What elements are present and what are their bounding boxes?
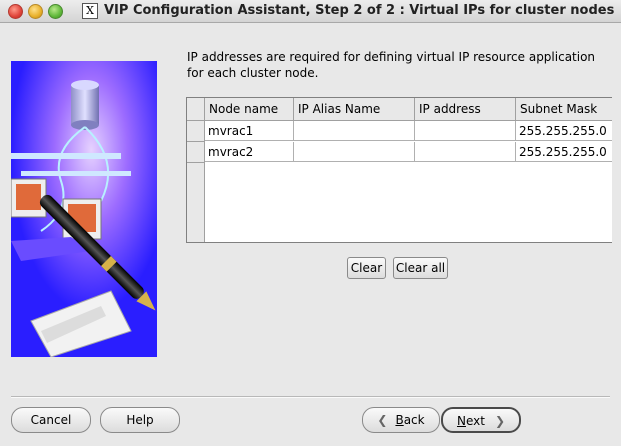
chevron-right-icon: ❯ bbox=[494, 414, 506, 428]
intro-text: IP addresses are required for defining v… bbox=[187, 50, 596, 80]
row-header-gutter bbox=[187, 163, 205, 242]
close-window-button[interactable] bbox=[8, 4, 23, 19]
back-button[interactable]: ❮ Back bbox=[362, 407, 440, 433]
wizard-illustration bbox=[11, 61, 157, 357]
cell-node-name[interactable]: mvrac1 bbox=[205, 121, 294, 141]
title-bar: X VIP Configuration Assistant, Step 2 of… bbox=[0, 0, 621, 23]
column-header-subnet-mask[interactable]: Subnet Mask bbox=[516, 98, 612, 120]
cell-ip-alias-name[interactable] bbox=[294, 142, 415, 162]
minimize-window-button[interactable] bbox=[28, 4, 43, 19]
chevron-left-icon: ❮ bbox=[377, 413, 388, 427]
table-row[interactable]: mvrac1 255.255.255.0 bbox=[187, 121, 612, 142]
cell-ip-alias-name[interactable] bbox=[294, 121, 415, 141]
column-header-ip-alias-name[interactable]: IP Alias Name bbox=[294, 98, 415, 120]
cell-ip-address[interactable] bbox=[415, 142, 516, 162]
column-header-node-name[interactable]: Node name bbox=[205, 98, 294, 120]
column-header-ip-address[interactable]: IP address bbox=[415, 98, 516, 120]
clear-all-button[interactable]: Clear all bbox=[393, 257, 448, 279]
row-header[interactable] bbox=[187, 142, 205, 163]
help-button[interactable]: Help bbox=[100, 407, 180, 433]
cell-node-name[interactable]: mvrac2 bbox=[205, 142, 294, 162]
clear-button[interactable]: Clear bbox=[347, 257, 386, 279]
row-header[interactable] bbox=[187, 121, 205, 142]
table-header: Node name IP Alias Name IP address Subne… bbox=[187, 98, 612, 121]
zoom-window-button[interactable] bbox=[48, 4, 63, 19]
next-button[interactable]: Next ❯ bbox=[441, 407, 521, 433]
window-title: VIP Configuration Assistant, Step 2 of 2… bbox=[104, 3, 615, 18]
table-row[interactable]: mvrac2 255.255.255.0 bbox=[187, 142, 612, 163]
header-corner bbox=[187, 98, 205, 120]
footer-separator bbox=[11, 396, 610, 398]
cell-subnet-mask[interactable]: 255.255.255.0 bbox=[516, 121, 612, 141]
cancel-button[interactable]: Cancel bbox=[11, 407, 91, 433]
network-pen-illustration-icon bbox=[11, 61, 157, 357]
vip-table: Node name IP Alias Name IP address Subne… bbox=[186, 97, 612, 243]
x11-app-icon: X bbox=[82, 3, 98, 19]
back-label-rest: ack bbox=[403, 413, 425, 427]
next-mnemonic: N bbox=[456, 414, 466, 428]
next-label-rest: ext bbox=[465, 414, 485, 428]
back-mnemonic: B bbox=[395, 413, 404, 427]
cell-ip-address[interactable] bbox=[415, 121, 516, 141]
cell-subnet-mask[interactable]: 255.255.255.0 bbox=[516, 142, 612, 162]
